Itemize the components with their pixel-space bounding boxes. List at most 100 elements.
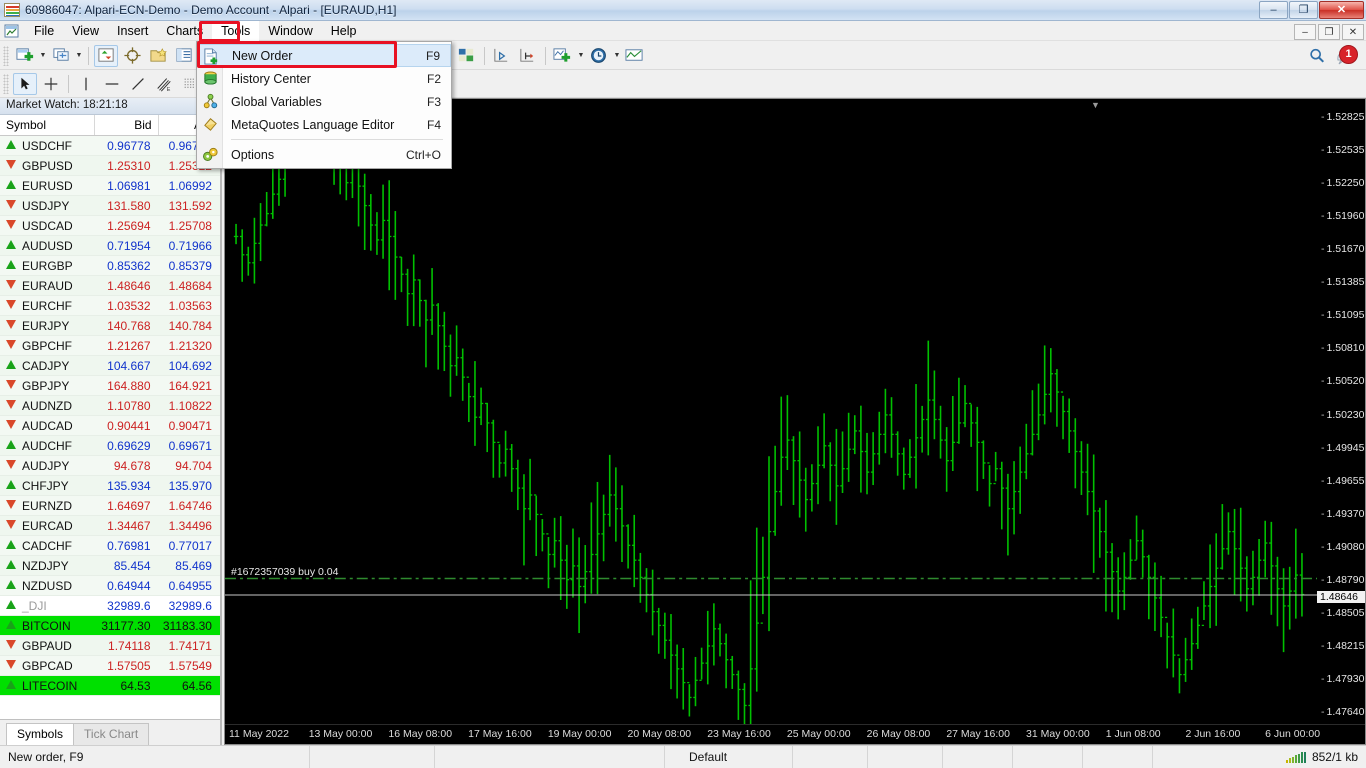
menu-option-global-variables[interactable]: Global Variables F3 — [197, 90, 451, 113]
menu-option-options[interactable]: Options Ctrl+O — [197, 143, 451, 166]
shift-end-icon[interactable] — [490, 45, 514, 67]
chart-price-axis[interactable]: -1.52825 -1.52535 -1.52250 -1.51960 -1.51670… — [1317, 99, 1365, 724]
period-dropdown-icon[interactable]: ▼ — [612, 45, 622, 67]
mdi-restore-button[interactable]: ❐ — [1318, 24, 1340, 40]
market-watch-icon[interactable] — [94, 44, 118, 67]
menu-option-metaeditor[interactable]: MetaQuotes Language Editor F4 — [197, 113, 451, 136]
market-watch-row[interactable]: EURJPY 140.768 140.784 — [0, 316, 220, 336]
tab-symbols[interactable]: Symbols — [6, 723, 75, 745]
market-watch-row[interactable]: _DJI 32989.6 32989.6 — [0, 596, 220, 616]
market-watch-row[interactable]: USDJPY 131.580 131.592 — [0, 196, 220, 216]
market-watch-row[interactable]: GBPCHF 1.21267 1.21320 — [0, 336, 220, 356]
auto-scroll-icon[interactable] — [516, 45, 540, 67]
symbol-cell: CADJPY — [0, 359, 95, 373]
indicators-icon[interactable] — [551, 45, 575, 67]
market-watch-row[interactable]: GBPAUD 1.74118 1.74171 — [0, 636, 220, 656]
search-icon[interactable] — [1308, 47, 1326, 65]
mdi-close-button[interactable]: ✕ — [1342, 24, 1364, 40]
navigator-icon[interactable] — [120, 45, 144, 67]
vertical-line-icon[interactable] — [74, 73, 98, 95]
cursor-icon[interactable] — [13, 72, 37, 95]
menu-option-new-order-shortcut: F9 — [425, 48, 440, 63]
market-watch-row[interactable]: BITCOIN 31177.30 31183.30 — [0, 616, 220, 636]
price-axis-tick: -1.51385 — [1321, 276, 1365, 289]
menu-item-file[interactable]: File — [25, 21, 63, 41]
market-watch-row[interactable]: AUDCHF 0.69629 0.69671 — [0, 436, 220, 456]
market-watch-row[interactable]: EURUSD 1.06981 1.06992 — [0, 176, 220, 196]
market-watch-header: Symbol Bid Ask — [0, 115, 220, 136]
market-watch-row[interactable]: EURAUD 1.48646 1.48684 — [0, 276, 220, 296]
arrow-up-icon — [6, 180, 17, 191]
arrow-down-icon — [6, 380, 17, 391]
data-window-icon[interactable] — [146, 45, 170, 67]
new-chart-icon[interactable] — [13, 45, 37, 67]
arrow-down-icon — [6, 420, 17, 431]
market-watch-row[interactable]: NZDUSD 0.64944 0.64955 — [0, 576, 220, 596]
market-watch-row[interactable]: CHFJPY 135.934 135.970 — [0, 476, 220, 496]
status-hint: New order, F9 — [0, 745, 310, 768]
profiles-dropdown-icon[interactable]: ▼ — [74, 45, 84, 67]
tools-dropdown-menu: New Order F9 History Center F2 Global Va… — [196, 41, 452, 169]
market-watch-row[interactable]: CADJPY 104.667 104.692 — [0, 356, 220, 376]
window-controls: – ❐ ✕ — [1258, 1, 1364, 19]
market-watch-row[interactable]: GBPUSD 1.25310 1.25322 — [0, 156, 220, 176]
symbol-cell: EURCAD — [0, 519, 95, 533]
market-watch-row[interactable]: GBPCAD 1.57505 1.57549 — [0, 656, 220, 676]
chart-time-axis[interactable]: 11 May 2022 13 May 00:00 16 May 08:00 17 Ma… — [225, 724, 1365, 744]
market-watch-row[interactable]: AUDCAD 0.90441 0.90471 — [0, 416, 220, 436]
market-watch-row[interactable]: AUDNZD 1.10780 1.10822 — [0, 396, 220, 416]
menu-item-view[interactable]: View — [63, 21, 108, 41]
maximize-button[interactable]: ❐ — [1289, 1, 1318, 19]
horizontal-line-icon[interactable] — [100, 73, 124, 95]
templates-icon[interactable] — [623, 45, 647, 67]
notification-bell-icon[interactable]: 1 — [1334, 44, 1358, 66]
crosshair-tool-icon[interactable] — [39, 73, 63, 95]
market-watch-row[interactable]: EURGBP 0.85362 0.85379 — [0, 256, 220, 276]
menu-item-insert[interactable]: Insert — [108, 21, 157, 41]
status-profile[interactable]: Default — [681, 745, 793, 768]
price-axis-tick: -1.49945 — [1321, 441, 1365, 454]
drawing-toolbar-grip[interactable] — [3, 73, 9, 94]
ask-cell: 64.56 — [181, 678, 212, 693]
chart-window[interactable]: ▼ -1.52825-1.52535-1.52250-1.51960-1.516… — [224, 98, 1366, 745]
terminal-icon[interactable] — [172, 45, 196, 67]
menu-item-charts[interactable]: Charts — [157, 21, 212, 41]
bid-cell: 31177.30 — [101, 618, 151, 633]
tile-windows-icon[interactable] — [455, 45, 479, 67]
symbol-name: EURAUD — [22, 278, 73, 293]
period-clock-icon[interactable] — [587, 45, 611, 67]
menu-option-history-center[interactable]: History Center F2 — [197, 67, 451, 90]
arrow-up-icon — [6, 140, 17, 151]
market-watch-row[interactable]: EURNZD 1.64697 1.64746 — [0, 496, 220, 516]
market-watch-title: Market Watch: 18:21:18 — [0, 98, 220, 115]
market-watch-row[interactable]: USDCAD 1.25694 1.25708 — [0, 216, 220, 236]
market-watch-row[interactable]: GBPJPY 164.880 164.921 — [0, 376, 220, 396]
new-chart-dropdown-icon[interactable]: ▼ — [38, 45, 48, 67]
trendline-icon[interactable] — [126, 73, 150, 95]
market-watch-row[interactable]: AUDUSD 0.71954 0.71966 — [0, 236, 220, 256]
chart-plot-area[interactable] — [225, 99, 1317, 724]
market-watch-row[interactable]: AUDJPY 94.678 94.704 — [0, 456, 220, 476]
menu-item-help[interactable]: Help — [322, 21, 366, 41]
menu-option-new-order[interactable]: New Order F9 — [197, 44, 451, 67]
close-button[interactable]: ✕ — [1319, 1, 1364, 19]
market-watch-row[interactable]: CADCHF 0.76981 0.77017 — [0, 536, 220, 556]
market-watch-row[interactable]: EURCAD 1.34467 1.34496 — [0, 516, 220, 536]
column-header-bid[interactable]: Bid — [95, 115, 159, 135]
market-watch-row[interactable]: EURCHF 1.03532 1.03563 — [0, 296, 220, 316]
toolbar-grip[interactable] — [3, 45, 9, 66]
market-watch-row[interactable]: LITECOIN 64.53 64.56 — [0, 676, 220, 696]
menu-item-window[interactable]: Window — [259, 21, 321, 41]
indicators-dropdown-icon[interactable]: ▼ — [576, 45, 586, 67]
market-watch-row[interactable]: NZDJPY 85.454 85.469 — [0, 556, 220, 576]
mdi-minimize-button[interactable]: – — [1294, 24, 1316, 40]
equidistant-channel-icon[interactable]: E — [152, 73, 176, 95]
time-axis-tick: 31 May 00:00 — [1026, 728, 1090, 740]
menu-item-tools[interactable]: Tools — [212, 20, 260, 41]
market-watch-row[interactable]: USDCHF 0.96778 0.96789 — [0, 136, 220, 156]
minimize-button[interactable]: – — [1259, 1, 1288, 19]
symbol-cell: GBPUSD — [0, 159, 95, 173]
column-header-symbol[interactable]: Symbol — [0, 115, 96, 135]
tab-tick-chart[interactable]: Tick Chart — [73, 723, 150, 745]
profiles-icon[interactable] — [49, 45, 73, 67]
